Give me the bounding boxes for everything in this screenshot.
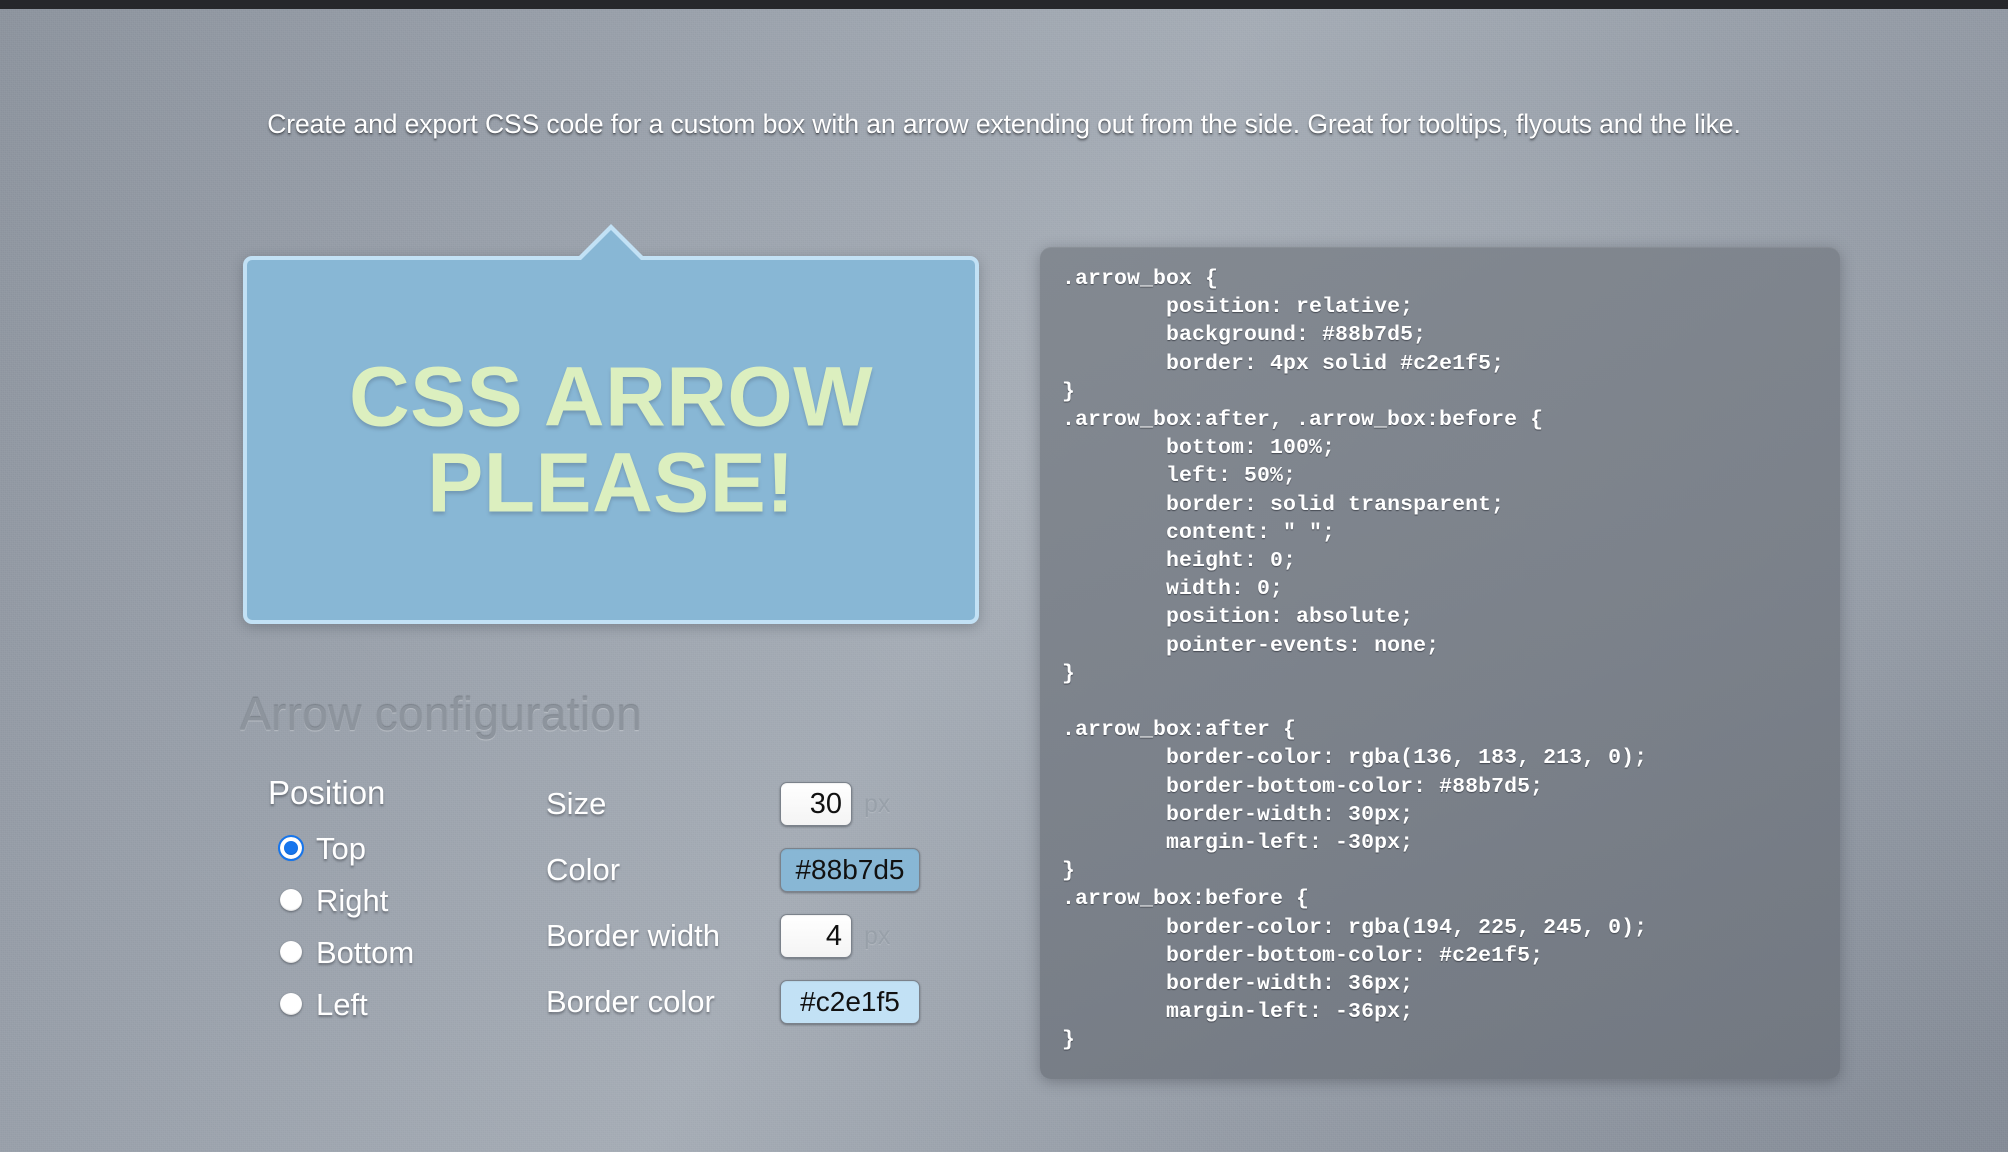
border-color-input[interactable]	[780, 980, 920, 1024]
css-code-text: .arrow_box { position: relative; backgro…	[1062, 267, 1648, 1053]
radio-row-left[interactable]: Left	[268, 978, 518, 1030]
field-row-color: Color	[546, 837, 926, 903]
config-heading: Arrow configuration	[240, 688, 643, 740]
position-radio-group: Position Top Right Bottom Left	[268, 774, 518, 1030]
radio-dot-icon[interactable]	[280, 889, 302, 911]
arrow-box: CSS ARROW PLEASE!	[243, 224, 979, 624]
color-input[interactable]	[780, 848, 920, 892]
field-label-border-color: Border color	[546, 984, 715, 1019]
radio-label-top: Top	[316, 830, 366, 866]
field-row-border-color: Border color	[546, 969, 926, 1035]
unit-label-px: px	[864, 921, 891, 950]
radio-label-bottom: Bottom	[316, 934, 415, 970]
border-width-input[interactable]	[780, 914, 852, 958]
radio-row-right[interactable]: Right	[268, 874, 518, 926]
size-input[interactable]	[780, 782, 852, 826]
arrow-box-preview: CSS ARROW PLEASE!	[243, 187, 979, 627]
radio-row-bottom[interactable]: Bottom	[268, 926, 518, 978]
radio-dot-icon[interactable]	[278, 835, 304, 861]
radio-row-top[interactable]: Top	[268, 822, 518, 874]
radio-dot-icon[interactable]	[280, 993, 302, 1015]
page-tagline: Create and export CSS code for a custom …	[267, 109, 1741, 139]
radio-dot-icon[interactable]	[280, 941, 302, 963]
app-stage: Create and export CSS code for a custom …	[0, 9, 2008, 1152]
page-root: Create and export CSS code for a custom …	[0, 0, 2008, 1152]
radio-label-left: Left	[316, 986, 368, 1022]
field-row-border-width: Border width px	[546, 903, 926, 969]
radio-label-right: Right	[316, 882, 389, 918]
field-label-size: Size	[546, 786, 607, 821]
unit-label-px: px	[864, 789, 891, 818]
arrow-box-text: CSS ARROW PLEASE!	[348, 349, 874, 529]
browser-chrome-edge	[0, 0, 2008, 9]
field-row-size: Size px	[546, 771, 926, 837]
position-legend: Position	[268, 774, 386, 811]
arrow-config-fields: Size px Color Border width px Border col…	[546, 771, 926, 1035]
css-code-panel[interactable]: .arrow_box { position: relative; backgro…	[1040, 247, 1840, 1079]
field-label-border-width: Border width	[546, 918, 721, 953]
field-label-color: Color	[546, 852, 621, 887]
